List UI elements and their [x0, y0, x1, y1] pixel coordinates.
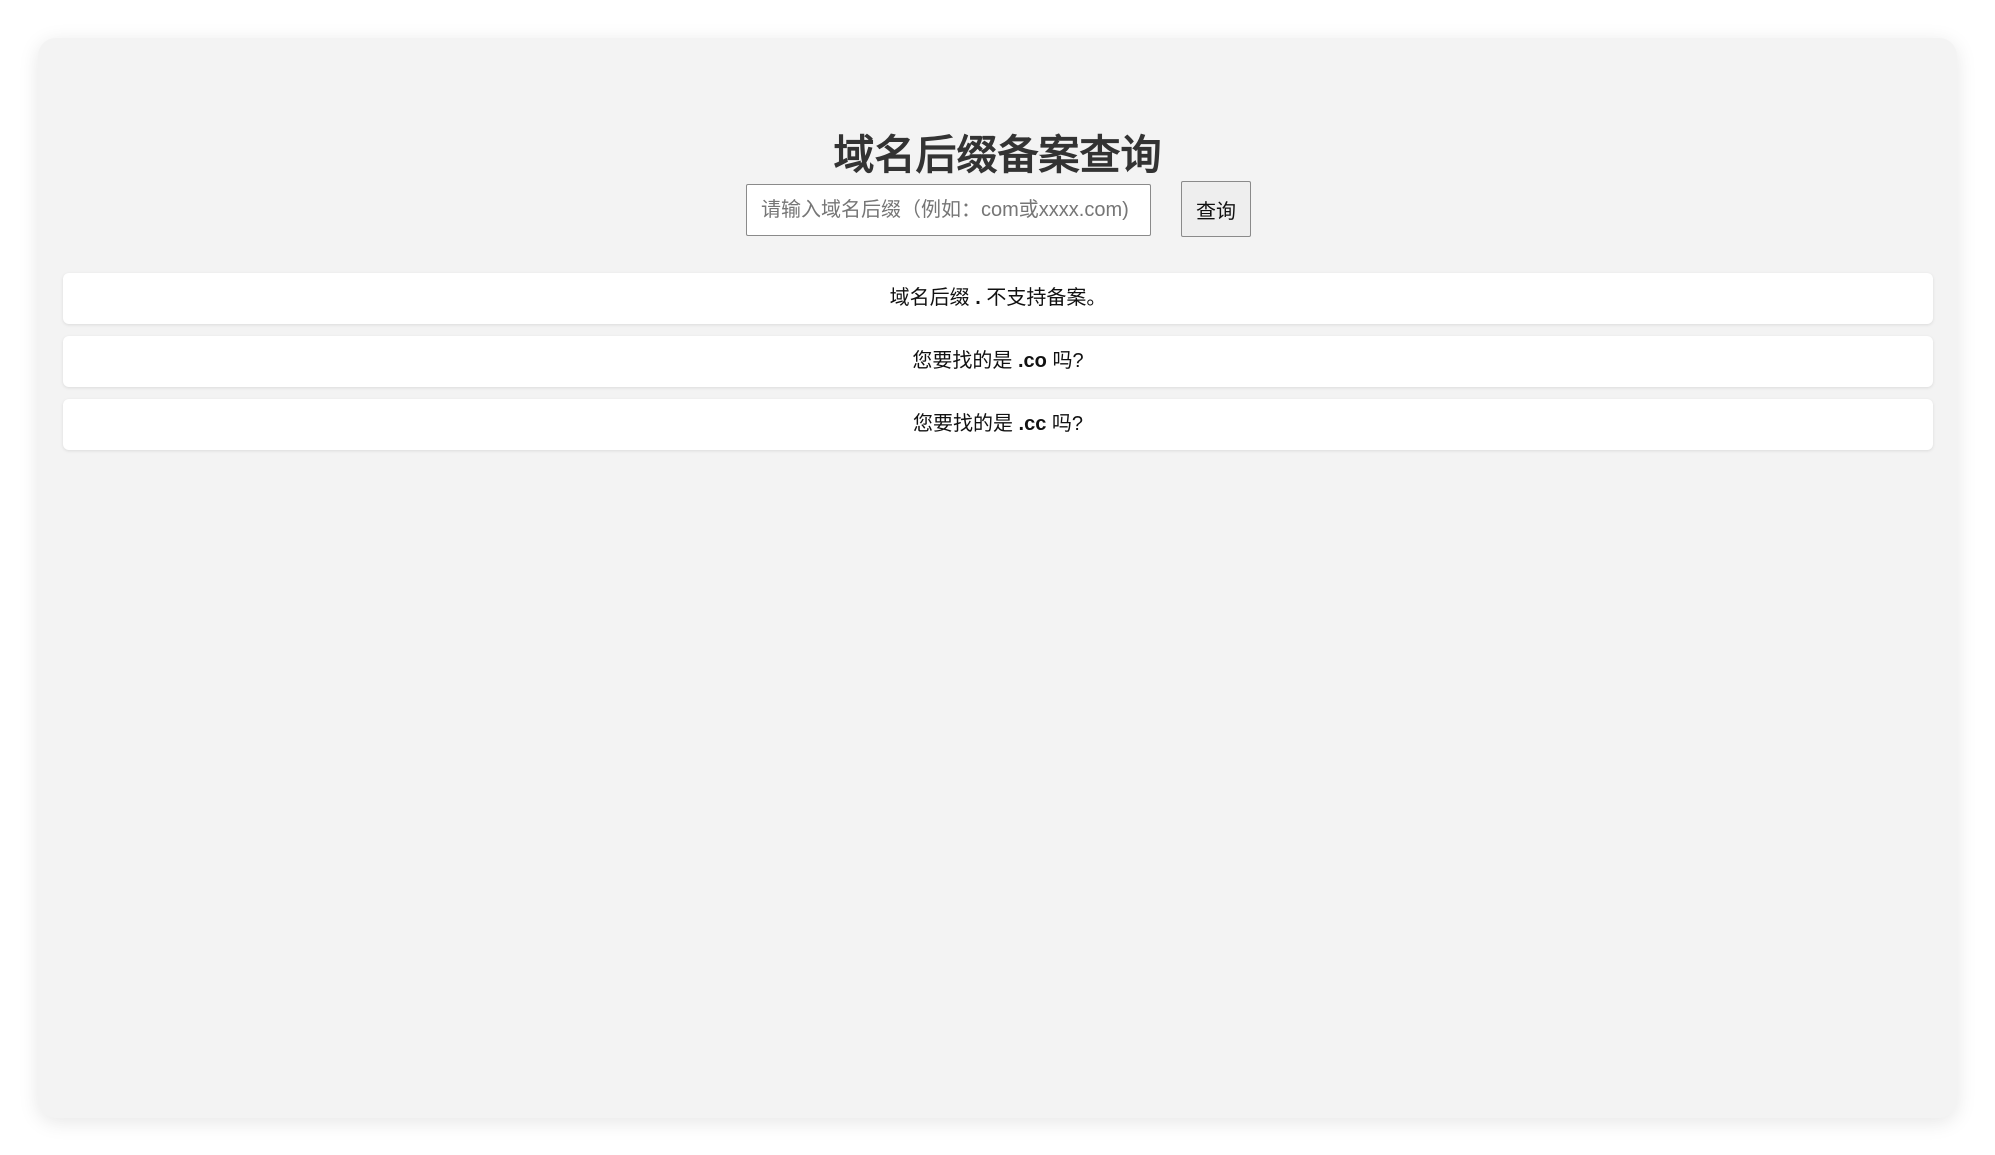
search-bar: 查询	[38, 181, 1957, 237]
result-postfix: 不支持备案。	[986, 287, 1107, 309]
domain-suffix-input[interactable]	[746, 184, 1151, 236]
suggestion-suffix: .co	[1017, 350, 1047, 372]
suggestion-item[interactable]: 您要找的是 .co 吗?	[63, 336, 1933, 387]
result-suffix: .	[975, 287, 981, 309]
suggestion-suffix: .cc	[1018, 413, 1047, 435]
suggestion-item[interactable]: 您要找的是 .cc 吗?	[63, 399, 1933, 450]
page-title: 域名后缀备案查询	[833, 132, 1162, 178]
suggestion-prefix: 您要找的是	[912, 350, 1013, 372]
results-list: 域名后缀 . 不支持备案。 您要找的是 .co 吗? 您要找的是 .cc 吗?	[63, 273, 1933, 462]
result-not-supported: 域名后缀 . 不支持备案。	[63, 273, 1933, 324]
main-panel: 域名后缀备案查询 查询 域名后缀 . 不支持备案。 您要找的是 .co 吗? 您…	[38, 38, 1957, 1118]
suggestion-postfix: 吗?	[1051, 413, 1084, 435]
suggestion-postfix: 吗?	[1052, 350, 1084, 372]
query-button[interactable]: 查询	[1181, 181, 1251, 237]
result-prefix: 域名后缀	[889, 287, 970, 309]
suggestion-prefix: 您要找的是	[912, 413, 1013, 435]
